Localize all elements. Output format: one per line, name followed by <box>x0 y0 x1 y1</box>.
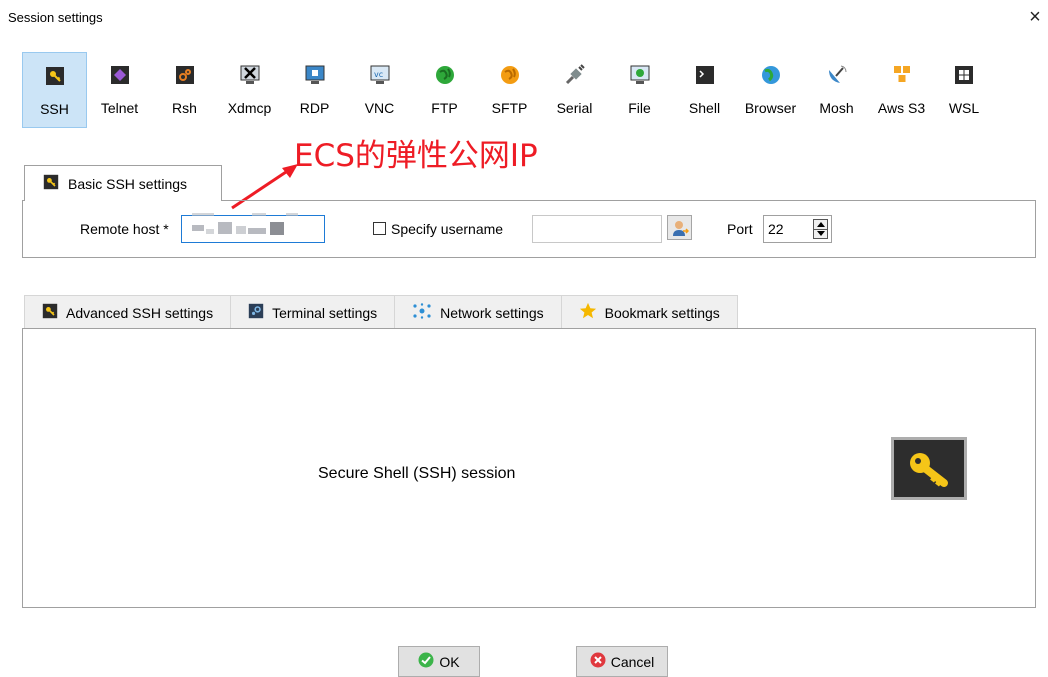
star-icon <box>579 302 597 323</box>
ok-button[interactable]: OK <box>398 646 480 677</box>
ssh-key-icon <box>44 65 66 87</box>
check-icon <box>418 652 434 671</box>
tab-advanced-ssh-settings[interactable]: Advanced SSH settings <box>24 295 232 329</box>
session-type-label: Telnet <box>100 100 139 116</box>
user-picker-button[interactable] <box>667 215 692 240</box>
user-icon <box>672 220 689 236</box>
spin-up-icon[interactable] <box>817 222 825 227</box>
tab-basic-ssh-settings[interactable]: Basic SSH settings <box>24 165 222 201</box>
redacted-text <box>252 213 266 216</box>
session-description-panel <box>22 328 1036 608</box>
svg-text:vc: vc <box>374 70 383 79</box>
session-type-wsl[interactable]: WSL <box>934 52 994 128</box>
tab-label: Terminal settings <box>272 304 378 321</box>
ssh-key-icon <box>42 303 58 322</box>
username-input[interactable] <box>532 215 662 243</box>
cancel-button[interactable]: Cancel <box>576 646 668 677</box>
remote-host-label: Remote host * <box>80 221 169 237</box>
terminal-icon <box>248 303 264 322</box>
ftp-globe-icon <box>434 64 456 86</box>
session-type-label: Serial <box>556 100 593 116</box>
rsh-icon <box>174 64 196 86</box>
session-type-label: Xdmcp <box>227 100 272 116</box>
tab-terminal-settings[interactable]: Terminal settings <box>230 295 396 329</box>
port-input[interactable]: 22 <box>763 215 832 243</box>
session-type-vnc[interactable]: vc VNC <box>347 52 412 128</box>
redacted-text <box>206 229 214 234</box>
session-type-file[interactable]: File <box>607 52 672 128</box>
close-button[interactable]: × <box>1024 6 1046 28</box>
session-type-label: File <box>628 100 651 116</box>
large-key-icon <box>891 437 967 500</box>
settings-tabs: Advanced SSH settings Terminal settings … <box>24 295 738 329</box>
vnc-icon: vc <box>369 64 391 86</box>
session-type-ftp[interactable]: FTP <box>412 52 477 128</box>
session-type-telnet[interactable]: Telnet <box>87 52 152 128</box>
session-description: Secure Shell (SSH) session <box>318 465 516 482</box>
sftp-globe-icon <box>499 64 521 86</box>
session-type-label: Browser <box>744 100 797 116</box>
specify-username-checkbox[interactable] <box>373 222 386 235</box>
session-type-sftp[interactable]: SFTP <box>477 52 542 128</box>
redacted-text <box>192 213 214 216</box>
tab-label: Advanced SSH settings <box>66 304 214 321</box>
session-type-label: Aws S3 <box>877 100 926 116</box>
session-type-label: WSL <box>948 100 980 116</box>
session-type-serial[interactable]: Serial <box>542 52 607 128</box>
redacted-text <box>248 228 266 234</box>
tab-network-settings[interactable]: Network settings <box>394 295 562 329</box>
session-type-browser[interactable]: Browser <box>737 52 804 128</box>
session-type-label: SSH <box>40 101 69 117</box>
session-type-label: Shell <box>688 100 721 116</box>
serial-plug-icon <box>564 64 586 86</box>
session-type-mosh[interactable]: Mosh <box>804 52 869 128</box>
remote-host-input[interactable] <box>181 213 325 243</box>
session-type-label: SFTP <box>491 100 528 116</box>
port-value: 22 <box>768 221 784 237</box>
aws-cubes-icon <box>891 64 913 86</box>
redacted-text <box>236 226 246 234</box>
redacted-text <box>218 222 232 234</box>
session-type-xdmcp[interactable]: Xdmcp <box>217 52 282 128</box>
session-type-ssh[interactable]: SSH <box>22 52 87 128</box>
session-type-label: FTP <box>431 100 458 116</box>
tab-label: Basic SSH settings <box>68 175 188 192</box>
file-monitor-icon <box>629 64 651 86</box>
session-type-rsh[interactable]: Rsh <box>152 52 217 128</box>
redacted-text <box>286 213 298 216</box>
rdp-icon <box>304 64 326 86</box>
session-type-aws-s3[interactable]: Aws S3 <box>869 52 934 128</box>
basic-settings-panel <box>22 200 1036 258</box>
browser-globe-icon <box>760 64 782 86</box>
telnet-icon <box>109 64 131 86</box>
session-type-label: Rsh <box>172 100 197 116</box>
session-type-label: RDP <box>299 100 330 116</box>
mosh-satellite-icon <box>826 64 848 86</box>
windows-icon <box>953 64 975 86</box>
cancel-label: Cancel <box>610 653 655 670</box>
session-type-label: VNC <box>364 100 395 116</box>
port-spinner[interactable] <box>813 219 828 239</box>
annotation-label: ECS的弹性公网IP <box>294 138 538 174</box>
shell-terminal-icon <box>694 64 716 86</box>
session-type-rdp[interactable]: RDP <box>282 52 347 128</box>
session-type-label: Mosh <box>819 100 854 116</box>
tab-label: Network settings <box>440 304 544 321</box>
specify-username-label: Specify username <box>391 221 504 237</box>
ok-label: OK <box>439 653 460 670</box>
port-label: Port <box>727 221 753 237</box>
session-type-shell[interactable]: Shell <box>672 52 737 128</box>
session-type-toolbar: SSH Telnet Rsh Xdmcp RDP vc VNC FTP SFTP… <box>22 52 994 128</box>
tab-label: Bookmark settings <box>604 304 720 321</box>
cancel-icon <box>590 652 606 671</box>
spin-down-icon[interactable] <box>817 231 825 236</box>
tab-bookmark-settings[interactable]: Bookmark settings <box>560 295 738 329</box>
redacted-text <box>192 225 204 231</box>
network-icon <box>412 303 432 322</box>
xdmcp-icon <box>239 64 261 86</box>
dialog-title: Session settings <box>8 10 103 25</box>
redacted-text <box>270 222 284 235</box>
ssh-key-icon <box>43 174 59 193</box>
